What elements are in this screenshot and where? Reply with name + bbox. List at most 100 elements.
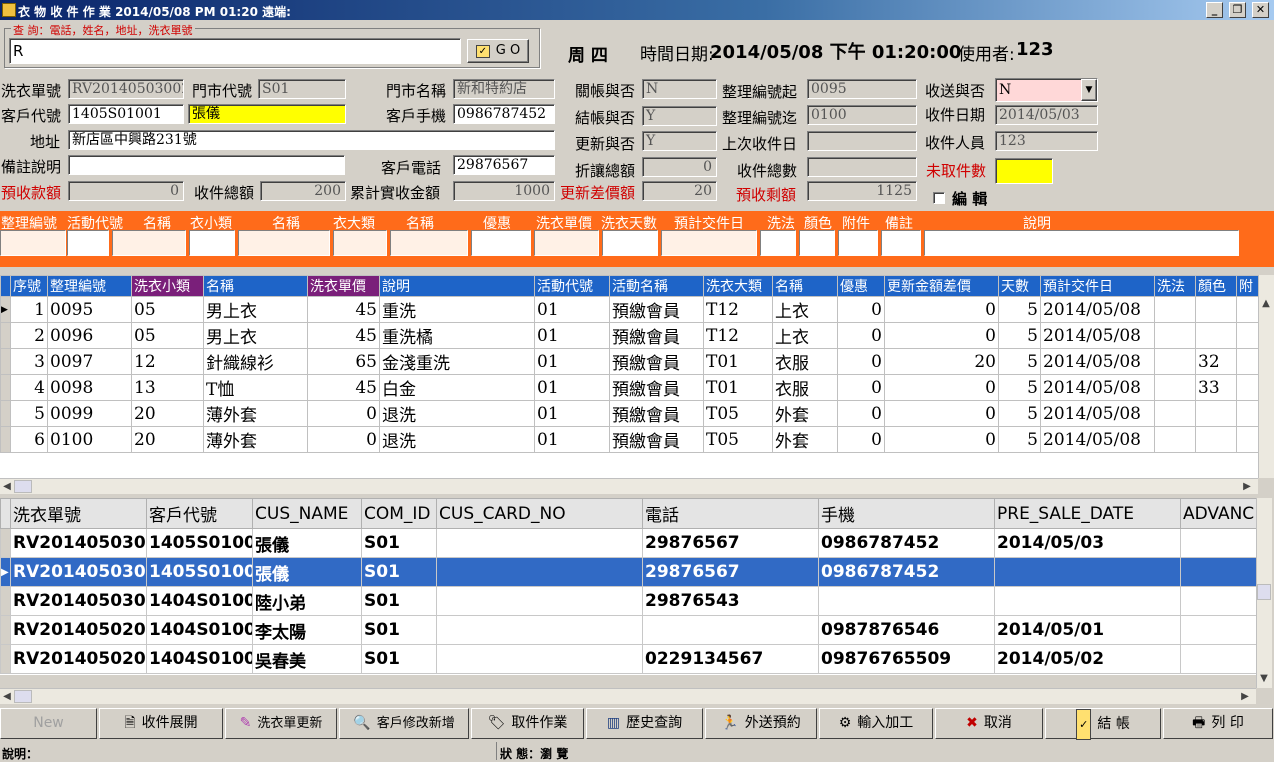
grid1-col-header[interactable]: 洗衣大類 <box>703 275 773 297</box>
table-cell[interactable]: 男上衣 <box>203 296 308 323</box>
table-cell[interactable]: 男上衣 <box>203 322 308 349</box>
table-cell[interactable]: 13 <box>131 374 204 401</box>
table-cell[interactable]: 1404S0100 <box>146 615 253 645</box>
entry-remark-input[interactable] <box>881 230 921 256</box>
table-cell[interactable]: S01 <box>361 644 437 674</box>
table-cell[interactable] <box>1195 322 1237 349</box>
table-cell[interactable]: S01 <box>361 557 437 587</box>
grid1-col-header[interactable]: 活動代號 <box>534 275 610 297</box>
row-indicator[interactable] <box>0 348 11 375</box>
grid2-col-header[interactable]: CUS_NAME <box>252 498 362 529</box>
table-cell[interactable]: S01 <box>361 586 437 616</box>
table-cell[interactable]: 0986787452 <box>818 557 995 587</box>
table-cell[interactable]: 5 <box>998 348 1041 375</box>
table-cell[interactable]: 2014/05/08 <box>1040 322 1155 349</box>
table-cell[interactable]: 預繳會員 <box>609 322 704 349</box>
table-cell[interactable]: 5 <box>10 400 48 427</box>
entry-small-type-name[interactable] <box>238 230 330 256</box>
table-cell[interactable] <box>1154 296 1196 323</box>
order-no-field[interactable]: RV20140503002 <box>68 79 184 99</box>
entry-seq-input[interactable] <box>0 230 66 256</box>
expand-button[interactable]: 🗎 收件展開 <box>99 708 223 739</box>
customer-grid-hscroll[interactable]: ◀ ▶ <box>0 688 1256 704</box>
recv-count-field[interactable] <box>807 157 917 177</box>
table-cell[interactable]: 20 <box>131 426 204 453</box>
last-recv-field[interactable] <box>807 131 917 151</box>
table-cell[interactable]: 金淺重洗 <box>379 348 535 375</box>
grid2-col-header[interactable]: 電話 <box>642 498 819 529</box>
table-row[interactable]: RV201405030 1404S0100 陸小弟 S01 29876543 <box>0 586 1256 616</box>
table-cell[interactable]: 0 <box>837 374 885 401</box>
table-cell[interactable]: 5 <box>998 296 1041 323</box>
table-cell[interactable] <box>1180 615 1256 645</box>
table-cell[interactable]: 薄外套 <box>203 400 308 427</box>
table-cell[interactable]: 2014/05/08 <box>1040 348 1155 375</box>
table-cell[interactable] <box>1236 400 1258 427</box>
entry-big-type-input[interactable] <box>333 230 387 256</box>
grid1-col-header[interactable]: 附 <box>1236 275 1258 297</box>
table-cell[interactable]: 05 <box>131 296 204 323</box>
grid1-col-header[interactable]: 名稱 <box>772 275 838 297</box>
cust-code-field[interactable]: 1405S01001 <box>68 104 184 124</box>
table-cell[interactable]: 白金 <box>379 374 535 401</box>
table-cell[interactable]: 29876567 <box>642 557 819 587</box>
entry-method-input[interactable] <box>760 230 796 256</box>
table-cell[interactable]: 針織線衫 <box>203 348 308 375</box>
table-cell[interactable] <box>436 644 643 674</box>
maximize-button[interactable]: ❐ <box>1229 2 1246 18</box>
table-cell[interactable]: 5 <box>998 400 1041 427</box>
scroll-thumb[interactable] <box>14 690 32 703</box>
table-cell[interactable]: 0986787452 <box>818 528 995 558</box>
table-row[interactable]: 6 0100 20 薄外套 0 退洗 01 預繳會員 T05 外套 0 0 5 2014/05/08 <box>0 426 1258 453</box>
table-cell[interactable] <box>1236 296 1258 323</box>
grid1-col-header[interactable]: 預計交件日 <box>1040 275 1155 297</box>
minimize-button[interactable]: _ <box>1206 2 1223 18</box>
grid2-col-header[interactable]: 手機 <box>818 498 995 529</box>
table-cell[interactable]: 0987876546 <box>818 615 995 645</box>
table-cell[interactable]: 29876567 <box>642 528 819 558</box>
table-cell[interactable]: RV201405020 <box>10 615 147 645</box>
table-cell[interactable] <box>1154 322 1196 349</box>
cust-mobile-field[interactable]: 0986787452 <box>453 104 555 124</box>
store-code-field[interactable]: S01 <box>258 79 346 99</box>
table-cell[interactable]: 外套 <box>772 426 838 453</box>
close-button[interactable]: ✕ <box>1252 2 1269 18</box>
entry-description-input[interactable] <box>924 230 1239 256</box>
table-cell[interactable]: 退洗 <box>379 426 535 453</box>
input-process-button[interactable]: ⚙ 輸入加工 <box>819 708 933 739</box>
grid1-col-header[interactable]: 洗衣單價 <box>307 275 380 297</box>
table-cell[interactable] <box>436 528 643 558</box>
table-cell[interactable]: 預繳會員 <box>609 400 704 427</box>
seq-end-field[interactable]: 0100 <box>807 105 917 125</box>
table-cell[interactable]: 退洗 <box>379 400 535 427</box>
table-cell[interactable]: 外套 <box>772 400 838 427</box>
grid1-col-header[interactable]: 洗法 <box>1154 275 1196 297</box>
grid1-col-header[interactable]: 說明 <box>379 275 535 297</box>
entry-discount-input[interactable] <box>471 230 531 256</box>
table-cell[interactable]: 6 <box>10 426 48 453</box>
table-cell[interactable]: 0 <box>307 426 380 453</box>
delivery-button[interactable]: 🏃 外送預約 <box>705 708 817 739</box>
table-cell[interactable]: T05 <box>703 400 773 427</box>
table-row[interactable]: 3 0097 12 針織線衫 65 金淺重洗 01 預繳會員 T01 衣服 0 20 5 2014/05/… <box>0 348 1258 375</box>
table-cell[interactable]: 0229134567 <box>642 644 819 674</box>
grid1-col-header[interactable]: 名稱 <box>203 275 308 297</box>
table-cell[interactable]: 45 <box>307 296 380 323</box>
table-cell[interactable]: T05 <box>703 426 773 453</box>
table-cell[interactable]: 20 <box>131 400 204 427</box>
print-button[interactable]: 🖶 列 印 <box>1163 708 1273 739</box>
table-cell[interactable]: 預繳會員 <box>609 296 704 323</box>
table-cell[interactable]: 29876543 <box>642 586 819 616</box>
table-cell[interactable]: 0 <box>837 322 885 349</box>
table-cell[interactable]: 01 <box>534 348 610 375</box>
table-cell[interactable]: S01 <box>361 615 437 645</box>
grid1-col-header[interactable]: 洗衣小類 <box>131 275 204 297</box>
table-cell[interactable]: 65 <box>307 348 380 375</box>
accum-field[interactable]: 1000 <box>453 181 555 201</box>
table-cell[interactable]: 3 <box>10 348 48 375</box>
table-cell[interactable] <box>1180 528 1256 558</box>
go-button[interactable]: ✓ G O <box>467 39 529 63</box>
table-cell[interactable] <box>1195 400 1237 427</box>
table-cell[interactable]: 33 <box>1195 374 1237 401</box>
recv-person-field[interactable]: 123 <box>995 131 1098 151</box>
